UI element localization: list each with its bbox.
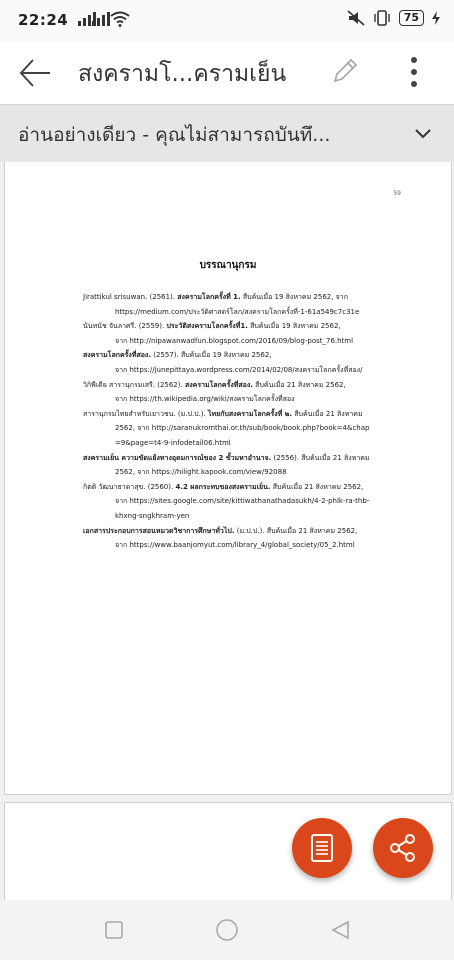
system-nav-bar (0, 900, 454, 960)
reference-item: กิตติ วัฒนาธาดาสุข. (2560). 4.2 ผลกระทบข… (83, 480, 413, 524)
share-fab-button[interactable] (373, 818, 433, 878)
read-only-text: อ่านอย่างเดียว - คุณไม่สามารถบันทึ... (18, 124, 331, 146)
reference-date: (2556). สืบค้นเมื่อ 21 สิงหาคม (271, 453, 370, 462)
reference-item: Jirattikul srisuwan. (2561). สงครามโลกคร… (83, 290, 413, 319)
document-page: 59 บรรณานุกรม Jirattikul srisuwan. (2561… (4, 162, 452, 795)
reference-line: สงครามเย็น ความขัดแย้งทางอุดมการณ์ของ 2 … (83, 451, 413, 466)
reference-author: สารานุกรมไทยสำหรับเยาวชน. (ม.ป.ป.). (83, 409, 208, 418)
reference-url-line: จาก http://nipawanwadfun.blogspot.com/20… (115, 336, 354, 345)
status-time: 22:24 (18, 11, 69, 29)
reference-author: กิตติ วัฒนาธาดาสุข. (2560). (83, 482, 176, 491)
reference-date: สืบค้นเมื่อ 21 สิงหาคม (292, 409, 363, 418)
reference-date: สืบค้นเมื่อ 21 สิงหาคม 2562, (252, 380, 346, 389)
back-triangle-icon[interactable] (330, 920, 350, 940)
app-bar: สงครามโ...ครามเย็น (0, 42, 454, 104)
reference-item: นันทนัช จันลาศรี. (2559). ประวัติสงครามโ… (83, 319, 413, 348)
charging-icon (432, 11, 440, 25)
recent-apps-icon[interactable] (104, 920, 124, 940)
reference-line: เอกสารประกอบการสอนหมวดวิชาการศึกษาทั่วไป… (83, 524, 413, 539)
reference-line: กิตติ วัฒนาธาดาสุข. (2560). 4.2 ผลกระทบข… (83, 480, 413, 495)
battery-indicator: 75 (398, 10, 424, 26)
vibrate-icon (373, 10, 390, 26)
reference-date: (ม.ป.ป.). สืบค้นเมื่อ 21 สิงหาคม 2562, (234, 526, 358, 535)
mute-icon (347, 10, 365, 26)
reference-title: ประวัติสงครามโลกครั้งที่1. (166, 322, 248, 331)
reference-author: วิกิพีเดีย สารานุกรมเสรี. (2562). (83, 380, 185, 389)
more-vert-icon[interactable] (404, 54, 424, 90)
reference-line: สารานุกรมไทยสำหรับเยาวชน. (ม.ป.ป.). ไทยก… (83, 407, 413, 422)
reference-title: สงครามโลกครั้งที่สอง. (184, 380, 253, 389)
reference-item: วิกิพีเดีย สารานุกรมเสรี. (2562). สงคราม… (83, 378, 413, 407)
wifi-icon (110, 11, 130, 27)
document-title: สงครามโ...ครามเย็น (78, 61, 287, 87)
reference-title: สงครามโลกครั้งที่สอง. (83, 351, 151, 360)
reference-url-line: khxng-sngkhram-yen (115, 511, 190, 520)
status-bar: 22:24 75 (0, 0, 454, 42)
read-only-banner[interactable]: อ่านอย่างเดียว - คุณไม่สามารถบันทึ... (0, 104, 454, 164)
chevron-down-icon[interactable] (414, 125, 432, 143)
document-fab-button[interactable] (292, 818, 352, 878)
reference-title: สงครามโลกครั้งที่ 1. (177, 293, 241, 301)
reference-date: สืบค้นเมื่อ 21 สิงหาคม 2562, (270, 482, 364, 491)
reference-url-line: 2562, จาก https://hilight.kapook.com/vie… (115, 468, 287, 477)
reference-url-line: https://medium.com/ประวัติศาสตร์โลก/สงคร… (115, 307, 360, 316)
reference-date: สืบค้นเมื่อ 19 สิงหาคม 2562, (247, 322, 341, 331)
bibliography-heading: บรรณานุกรม (199, 260, 257, 271)
reference-line: สงครามโลกครั้งที่สอง. (2557). สืบค้นเมื่… (83, 348, 413, 363)
reference-item: สงครามเย็น ความขัดแย้งทางอุดมการณ์ของ 2 … (83, 451, 413, 480)
page-number: 59 (393, 190, 401, 197)
reference-date: (2557). สืบค้นเมื่อ 19 สิงหาคม 2562, (151, 351, 272, 360)
reference-title: เอกสารประกอบการสอนหมวดวิชาการศึกษาทั่วไป… (83, 526, 235, 535)
reference-url-line: จาก https://www.baanjomyut.com/library_4… (115, 541, 355, 550)
signal-icon-2 (92, 12, 110, 26)
reference-date: สืบค้นเมื่อ 19 สิงหาคม 2562, จาก (240, 293, 348, 301)
reference-title: ไทยกับสงครามโลกครั้งที่ ๒. (207, 409, 293, 418)
reference-list: Jirattikul srisuwan. (2561). สงครามโลกคร… (83, 290, 413, 553)
reference-url-line: =9&page=t4-9-infodetail06.html (115, 438, 231, 447)
reference-line: นันทนัช จันลาศรี. (2559). ประวัติสงครามโ… (83, 319, 413, 334)
home-icon[interactable] (215, 918, 239, 942)
document-icon (311, 834, 333, 862)
pencil-icon[interactable] (330, 56, 360, 86)
share-icon (390, 834, 415, 862)
document-viewer[interactable]: 59 บรรณานุกรม Jirattikul srisuwan. (2561… (0, 162, 454, 914)
reference-url-line: จาก https://th.wikipedia.org/wiki/สงคราม… (115, 395, 295, 404)
reference-author: นันทนัช จันลาศรี. (2559). (83, 322, 167, 331)
reference-line: Jirattikul srisuwan. (2561). สงครามโลกคร… (83, 290, 413, 305)
reference-item: สารานุกรมไทยสำหรับเยาวชน. (ม.ป.ป.). ไทยก… (83, 407, 413, 451)
reference-line: วิกิพีเดีย สารานุกรมเสรี. (2562). สงคราม… (83, 378, 413, 393)
reference-url-line: จาก https://sites.google.com/site/kittiw… (115, 497, 370, 506)
reference-title: 4.2 ผลกระทบของสงครามเย็น. (175, 482, 271, 491)
reference-item: สงครามโลกครั้งที่สอง. (2557). สืบค้นเมื่… (83, 348, 413, 377)
reference-url-line: 2562, จาก http://saranukromthai.or.th/su… (115, 424, 370, 433)
reference-url-line: จาก https://junepittaya.wordpress.com/20… (115, 365, 363, 374)
back-arrow-icon[interactable] (18, 56, 52, 90)
reference-item: เอกสารประกอบการสอนหมวดวิชาการศึกษาทั่วไป… (83, 524, 413, 553)
reference-title: สงครามเย็น ความขัดแย้งทางอุดมการณ์ของ 2 … (83, 453, 272, 462)
reference-author: Jirattikul srisuwan. (2561). (83, 293, 178, 301)
